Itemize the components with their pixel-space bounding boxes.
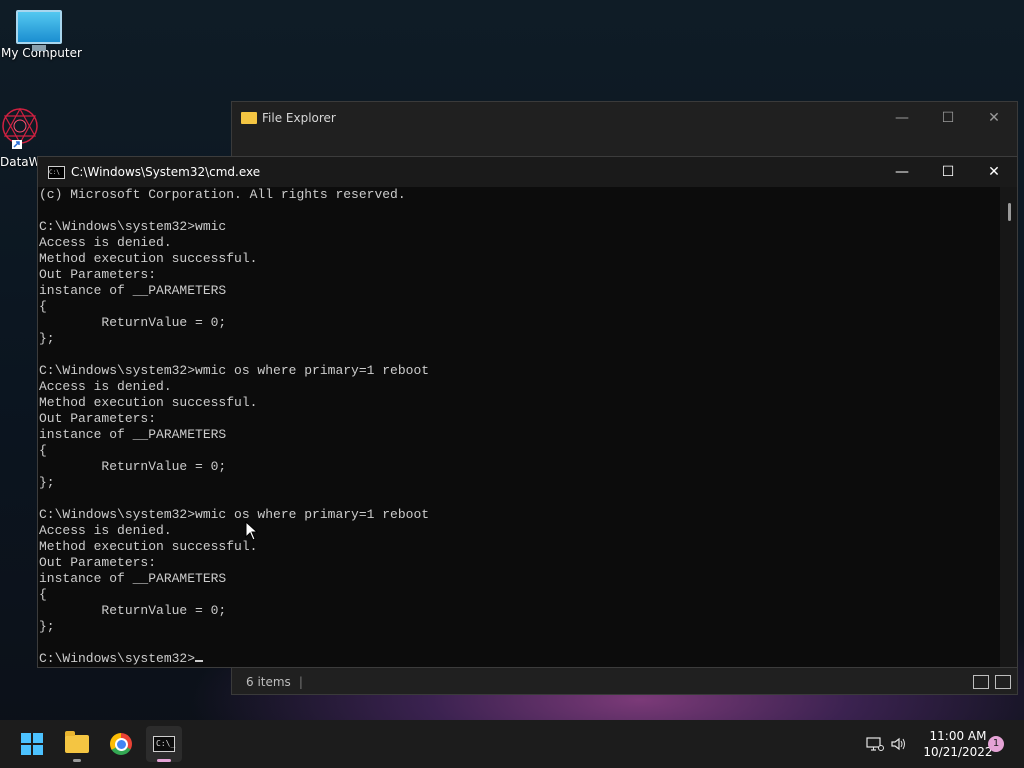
cmd-maximize-button[interactable]: ☐ — [925, 157, 971, 187]
text-cursor — [195, 660, 204, 662]
cmd-scroll-thumb[interactable] — [1008, 203, 1011, 221]
cmd-output-line: }; — [39, 331, 55, 346]
windows-logo-icon — [21, 733, 43, 755]
taskbar: C:\_ 11:00 AM 10/21/2022 1 — [0, 720, 1024, 768]
volume-icon[interactable] — [890, 720, 908, 768]
cmd-icon: C:\ — [48, 165, 65, 179]
mouse-pointer-icon — [245, 521, 259, 541]
details-view-icon[interactable] — [973, 675, 989, 689]
cmd-output-line — [39, 491, 999, 507]
clock-time: 11:00 AM — [929, 729, 987, 743]
fe-close-button[interactable]: ✕ — [971, 103, 1017, 133]
cmd-output-line: Access is denied. — [39, 523, 172, 538]
running-indicator — [73, 759, 81, 762]
fe-maximize-button[interactable]: ☐ — [925, 103, 971, 133]
cmd-output-line: C:\Windows\system32>wmic os where primar… — [39, 507, 430, 522]
taskbar-clock[interactable]: 11:00 AM 10/21/2022 — [918, 728, 998, 760]
cmd-titlebar[interactable]: C:\ C:\Windows\System32\cmd.exe — ☐ ✕ — [38, 157, 1017, 187]
cmd-console-output[interactable]: (c) Microsoft Corporation. All rights re… — [39, 187, 999, 667]
cmd-close-button[interactable]: ✕ — [971, 157, 1017, 187]
file-explorer-statusbar: 6 items | — [232, 670, 1017, 694]
large-icons-view-icon[interactable] — [995, 675, 1011, 689]
status-divider: | — [298, 675, 303, 689]
cmd-output-line: Access is denied. — [39, 235, 172, 250]
my-computer-desktop-icon[interactable]: My Computer — [1, 10, 82, 60]
cmd-scrollbar[interactable] — [1000, 187, 1017, 667]
monitor-icon — [16, 10, 62, 51]
cmd-output-line — [39, 347, 999, 363]
clock-date: 10/21/2022 — [923, 745, 993, 759]
cmd-output-line: ReturnValue = 0; — [39, 315, 227, 330]
notification-badge[interactable]: 1 — [988, 736, 1004, 752]
network-icon[interactable] — [866, 720, 884, 768]
cmd-output-line: Out Parameters: — [39, 555, 157, 570]
cmd-output-line: C:\Windows\system32>wmic — [39, 219, 227, 234]
file-explorer-titlebar[interactable]: File Explorer — ☐ ✕ — [232, 102, 1017, 134]
terminal-icon: C:\_ — [153, 736, 175, 752]
cmd-output-line: Out Parameters: — [39, 411, 157, 426]
datawarehouse-icon — [2, 107, 38, 149]
cmd-output-line: }; — [39, 475, 55, 490]
datawarehouse-desktop-icon[interactable]: DataWarehouse — [0, 106, 40, 169]
cmd-prompt: C:\Windows\system32> — [39, 651, 196, 666]
cmd-output-line: instance of __PARAMETERS — [39, 571, 227, 586]
cmd-prompt-line[interactable]: C:\Windows\system32> — [39, 651, 999, 667]
cmd-output-line: Access is denied. — [39, 379, 172, 394]
cmd-output-line: Method execution successful. — [39, 251, 258, 266]
cmd-output-line: Method execution successful. — [39, 395, 258, 410]
cmd-output-line: C:\Windows\system32>wmic os where primar… — [39, 363, 430, 378]
cmd-title: C:\Windows\System32\cmd.exe — [71, 165, 261, 179]
chrome-icon — [110, 733, 132, 755]
file-explorer-icon — [65, 731, 89, 753]
cmd-output-line — [39, 635, 999, 651]
cmd-output-line: ReturnValue = 0; — [39, 603, 227, 618]
taskbar-chrome[interactable] — [103, 726, 139, 762]
item-count: 6 items — [246, 675, 291, 689]
cmd-output-line: (c) Microsoft Corporation. All rights re… — [39, 187, 406, 202]
cmd-window[interactable]: C:\ C:\Windows\System32\cmd.exe — ☐ ✕ (c… — [37, 156, 1018, 668]
cmd-minimize-button[interactable]: — — [879, 157, 925, 187]
cmd-output-line: }; — [39, 619, 55, 634]
cmd-output-line: instance of __PARAMETERS — [39, 283, 227, 298]
active-indicator — [157, 759, 171, 762]
cmd-output-line: Out Parameters: — [39, 267, 157, 282]
cmd-output-line — [39, 203, 999, 219]
cmd-output-line: { — [39, 443, 47, 458]
fe-minimize-button[interactable]: — — [879, 103, 925, 133]
taskbar-cmd[interactable]: C:\_ — [146, 726, 182, 762]
cmd-output-line: ReturnValue = 0; — [39, 459, 227, 474]
cmd-output-line: { — [39, 299, 47, 314]
folder-icon — [241, 112, 257, 124]
file-explorer-title: File Explorer — [262, 111, 336, 125]
cmd-output-line: { — [39, 587, 47, 602]
cmd-output-line: Method execution successful. — [39, 539, 258, 554]
taskbar-file-explorer[interactable] — [59, 726, 95, 762]
start-button[interactable] — [14, 726, 50, 762]
datawarehouse-label: DataWarehouse — [0, 155, 40, 169]
cmd-output-line: instance of __PARAMETERS — [39, 427, 227, 442]
